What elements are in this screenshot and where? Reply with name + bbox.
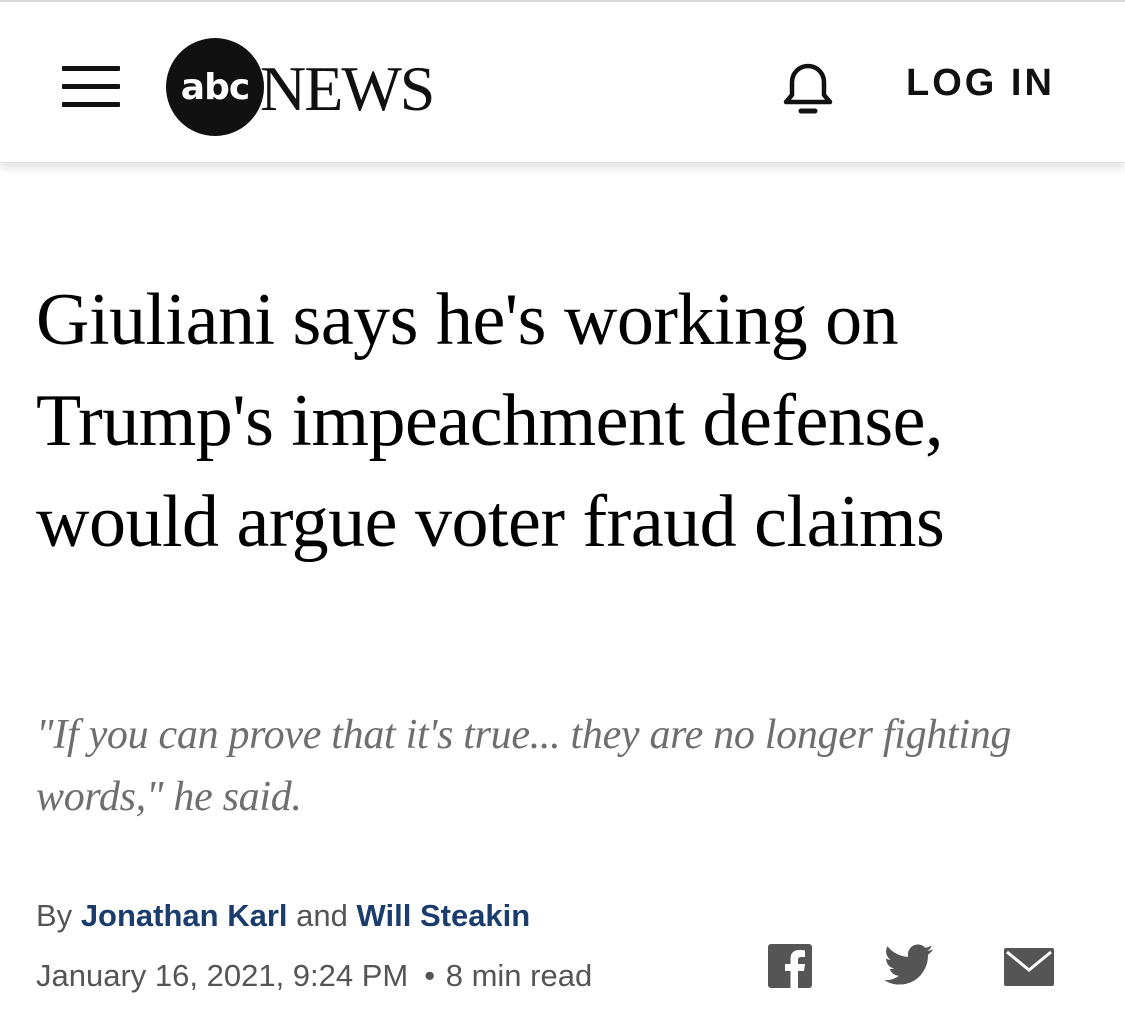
author-link-will-steakin[interactable]: Will Steakin bbox=[357, 898, 531, 933]
read-time: 8 min read bbox=[445, 958, 593, 993]
byline-prefix: By bbox=[36, 898, 73, 933]
bell-icon[interactable] bbox=[776, 58, 840, 120]
hamburger-menu-icon[interactable] bbox=[62, 66, 120, 108]
article-headline: Giuliani says he's working on Trump's im… bbox=[36, 279, 945, 563]
login-button[interactable]: LOG IN bbox=[906, 62, 1055, 105]
site-header: abc NEWS LOG IN bbox=[0, 2, 1125, 163]
meta-separator: • bbox=[424, 958, 436, 993]
article-meta: January 16, 2021, 9:24 PM • 8 min read bbox=[36, 958, 592, 994]
email-icon[interactable] bbox=[1004, 948, 1054, 986]
facebook-icon[interactable] bbox=[768, 944, 812, 988]
byline: By Jonathan Karl and Will Steakin bbox=[36, 898, 530, 934]
publish-date: January 16, 2021, 9:24 PM bbox=[36, 958, 409, 993]
abc-logo-circle: abc bbox=[166, 38, 264, 136]
byline-conjunction: and bbox=[296, 898, 348, 933]
author-link-jonathan-karl[interactable]: Jonathan Karl bbox=[81, 898, 288, 933]
twitter-icon[interactable] bbox=[884, 944, 934, 988]
abc-news-logo[interactable]: abc NEWS bbox=[166, 38, 435, 136]
news-wordmark: NEWS bbox=[260, 53, 435, 124]
article-subheadline: "If you can prove that it's true... they… bbox=[36, 712, 1012, 820]
